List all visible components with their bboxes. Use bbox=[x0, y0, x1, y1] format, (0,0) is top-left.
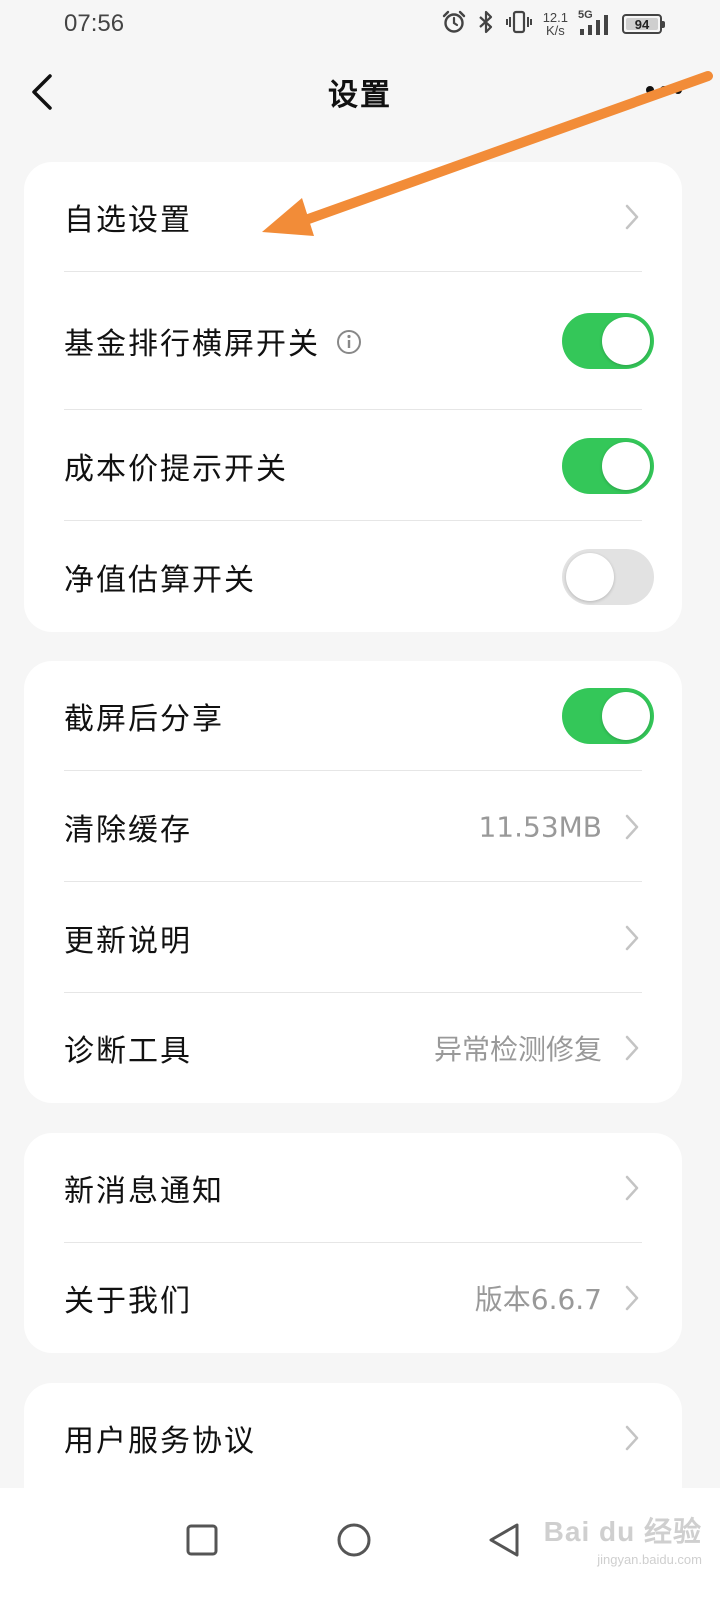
settings-row-clear-cache[interactable]: 清除缓存 11.53MB bbox=[24, 771, 682, 882]
home-button[interactable] bbox=[324, 1510, 384, 1570]
top-nav-bar: 设置 bbox=[0, 60, 720, 122]
watermark-sub: jingyan.baidu.com bbox=[597, 1552, 702, 1567]
vibrate-icon bbox=[505, 9, 533, 39]
page-title: 设置 bbox=[328, 78, 392, 113]
settings-row-cost-price-hint: 成本价提示开关 bbox=[24, 410, 682, 521]
fund-ranking-landscape-toggle[interactable] bbox=[562, 313, 654, 369]
settings-row-nav-estimate: 净值估算开关 bbox=[24, 521, 682, 632]
back-triangle-icon bbox=[489, 1523, 519, 1557]
alarm-icon bbox=[441, 9, 467, 39]
row-label: 截屏后分享 bbox=[64, 702, 224, 737]
row-label: 自选设置 bbox=[64, 203, 192, 238]
settings-row-fund-ranking-landscape: 基金排行横屏开关 bbox=[24, 272, 682, 410]
network-type: 5G bbox=[578, 9, 593, 21]
settings-card-1: 自选设置 基金排行横屏开关 成本价提示开关 净值估算开关 bbox=[24, 162, 682, 632]
watermark-main: Bai du 经验 bbox=[543, 1516, 702, 1547]
row-label: 成本价提示开关 bbox=[64, 451, 288, 487]
settings-row-screenshot-share: 截屏后分享 bbox=[24, 661, 682, 771]
settings-row-update-notes[interactable]: 更新说明 bbox=[24, 882, 682, 993]
status-time: 07:56 bbox=[64, 10, 125, 37]
chevron-right-icon bbox=[625, 925, 639, 950]
settings-card-2: 截屏后分享 清除缓存 11.53MB 更新说明 诊断工具 异常检测修复 bbox=[24, 661, 682, 1103]
row-label: 更新说明 bbox=[64, 923, 192, 959]
settings-card-3: 新消息通知 关于我们 版本6.6.7 bbox=[24, 1133, 682, 1353]
net-speed-unit: K/s bbox=[545, 23, 565, 38]
row-label: 净值估算开关 bbox=[64, 562, 256, 598]
chevron-right-icon bbox=[625, 1035, 639, 1061]
nav-estimate-toggle[interactable] bbox=[562, 548, 654, 605]
cache-size-value: 11.53MB bbox=[478, 810, 602, 843]
status-icons: 12.1 K/s 5G 94 bbox=[441, 8, 665, 40]
diagnostic-tool-value: 异常检测修复 bbox=[433, 1033, 602, 1066]
more-dots-icon bbox=[646, 86, 682, 94]
back-nav-button[interactable] bbox=[474, 1510, 534, 1570]
row-label: 新消息通知 bbox=[64, 1174, 224, 1209]
battery-level: 94 bbox=[634, 16, 650, 32]
cost-price-hint-toggle[interactable] bbox=[562, 437, 654, 494]
recent-apps-button[interactable] bbox=[172, 1510, 232, 1570]
status-bar: 07:56 12.1 K/s 5G 94 bbox=[0, 0, 720, 48]
row-label: 关于我们 bbox=[64, 1284, 192, 1319]
recent-apps-square-icon bbox=[186, 1524, 218, 1556]
system-navigation-bar: Bai du 经验 jingyan.baidu.com bbox=[0, 1488, 720, 1600]
settings-row-watchlist[interactable]: 自选设置 bbox=[24, 162, 682, 272]
battery-icon: 94 bbox=[622, 14, 665, 34]
bluetooth-icon bbox=[477, 9, 495, 39]
row-label: 诊断工具 bbox=[64, 1034, 192, 1069]
signal-icon: 5G bbox=[578, 9, 612, 37]
row-label: 用户服务协议 bbox=[64, 1424, 256, 1459]
home-circle-icon bbox=[337, 1523, 371, 1557]
settings-row-user-agreement[interactable]: 用户服务协议 bbox=[24, 1383, 682, 1493]
app-version-value: 版本6.6.7 bbox=[474, 1283, 602, 1316]
row-label: 基金排行横屏开关 bbox=[64, 327, 320, 362]
chevron-right-icon bbox=[625, 1175, 639, 1201]
baidu-jingyan-watermark: Bai du 经验 jingyan.baidu.com bbox=[544, 1510, 702, 1567]
settings-row-about-us[interactable]: 关于我们 版本6.6.7 bbox=[24, 1243, 682, 1353]
settings-row-diagnostic-tool[interactable]: 诊断工具 异常检测修复 bbox=[24, 993, 682, 1103]
info-icon[interactable] bbox=[336, 328, 362, 354]
network-speed: 12.1 K/s bbox=[543, 11, 568, 37]
settings-row-new-message-notify[interactable]: 新消息通知 bbox=[24, 1133, 682, 1243]
screenshot-share-toggle[interactable] bbox=[562, 688, 654, 744]
row-label: 清除缓存 bbox=[64, 812, 192, 848]
chevron-right-icon bbox=[625, 814, 639, 839]
chevron-right-icon bbox=[625, 1285, 639, 1311]
more-button[interactable] bbox=[644, 78, 712, 102]
chevron-right-icon bbox=[625, 1425, 639, 1451]
chevron-right-icon bbox=[625, 204, 639, 230]
